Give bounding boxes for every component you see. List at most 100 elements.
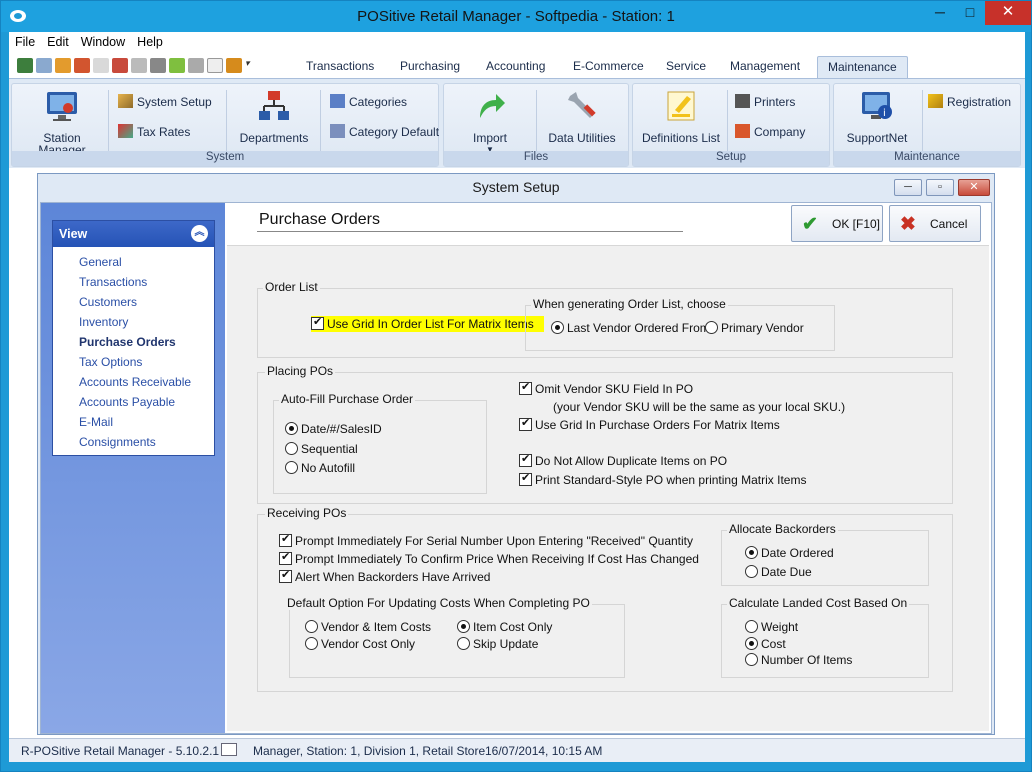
list-icon[interactable] <box>131 58 147 73</box>
registration-button[interactable]: Registration <box>928 94 1011 109</box>
separator <box>922 90 923 152</box>
station-manager-button[interactable]: Station Manager <box>24 86 100 156</box>
blank-icon[interactable] <box>207 58 223 73</box>
menu-window[interactable]: Window <box>75 32 131 49</box>
tab-service[interactable]: Service <box>666 59 706 73</box>
customers-icon[interactable] <box>55 58 71 73</box>
ribbon-group-system: Station Manager System Setup Tax Rates D… <box>11 83 439 167</box>
dialog-restore-button[interactable]: ▫ <box>926 179 954 196</box>
close-button[interactable]: ✕ <box>985 1 1031 25</box>
cancel-button[interactable]: ✖ Cancel <box>889 205 981 242</box>
minimize-button[interactable]: ─ <box>925 1 955 25</box>
number-of-items-radio[interactable]: Number Of Items <box>745 653 852 667</box>
document-icon[interactable] <box>93 58 109 73</box>
support-monitor-icon: i <box>862 92 892 119</box>
prompt-price-checkbox[interactable]: Prompt Immediately To Confirm Price When… <box>279 550 699 566</box>
nav-item-customers[interactable]: Customers <box>53 292 214 312</box>
category-default-button[interactable]: Category Default <box>330 124 439 139</box>
ribbon-group-files: Import ▼ Data Utilities Files <box>443 83 629 167</box>
nav-item-accounts-payable[interactable]: Accounts Payable <box>53 392 214 412</box>
alert-backorders-checkbox[interactable]: Alert When Backorders Have Arrived <box>279 568 490 584</box>
ok-button[interactable]: ✔ OK [F10] <box>791 205 883 242</box>
notes-icon[interactable] <box>169 58 185 73</box>
data-utilities-button[interactable]: Data Utilities <box>542 86 622 144</box>
nav-item-general[interactable]: General <box>53 252 214 272</box>
definitions-list-button[interactable]: Definitions List <box>639 86 723 144</box>
menu-help[interactable]: Help <box>131 32 169 49</box>
vendor-item-costs-radio[interactable]: Vendor & Item Costs <box>305 620 431 634</box>
import-button[interactable]: Import ▼ <box>452 86 528 156</box>
tab-maintenance[interactable]: Maintenance <box>817 56 908 78</box>
no-duplicates-checkbox[interactable]: Do Not Allow Duplicate Items on PO <box>519 452 727 468</box>
tax-rates-button[interactable]: Tax Rates <box>118 124 190 139</box>
use-grid-order-list-checkbox[interactable]: Use Grid In Order List For Matrix Items <box>311 315 544 332</box>
departments-button[interactable]: Departments <box>234 86 314 144</box>
tab-e-commerce[interactable]: E-Commerce <box>573 59 644 73</box>
calendar-icon[interactable] <box>112 58 128 73</box>
monitor-icon <box>47 92 77 121</box>
collapse-chevron-icon[interactable]: ︽ <box>191 225 208 242</box>
date-ordered-radio[interactable]: Date Ordered <box>745 546 834 560</box>
person-icon[interactable] <box>74 58 90 73</box>
categories-button[interactable]: Categories <box>330 94 407 109</box>
maximize-button[interactable]: □ <box>955 1 985 25</box>
company-button[interactable]: Company <box>735 124 805 139</box>
nav-item-consignments[interactable]: Consignments <box>53 432 214 452</box>
autofill-none-radio[interactable]: No Autofill <box>285 461 355 475</box>
separator <box>727 90 728 152</box>
separator <box>108 90 109 152</box>
vendor-cost-only-radio[interactable]: Vendor Cost Only <box>305 637 415 651</box>
tab-accounting[interactable]: Accounting <box>486 59 545 73</box>
key-icon <box>928 94 943 108</box>
tab-purchasing[interactable]: Purchasing <box>400 59 460 73</box>
tab-management[interactable]: Management <box>730 59 800 73</box>
title-bar[interactable]: POSitive Retail Manager - Softpedia - St… <box>1 1 1031 32</box>
status-session-info: Manager, Station: 1, Division 1, Retail … <box>253 744 486 758</box>
dialog-close-button[interactable]: ✕ <box>958 179 990 196</box>
tools-icon <box>568 92 596 118</box>
users-icon[interactable] <box>17 58 33 73</box>
page-title: Purchase Orders <box>259 211 380 228</box>
menu-edit[interactable]: Edit <box>41 32 75 49</box>
use-grid-po-checkbox[interactable]: Use Grid In Purchase Orders For Matrix I… <box>519 416 780 432</box>
system-setup-button[interactable]: System Setup <box>118 94 212 109</box>
register-icon[interactable] <box>188 58 204 73</box>
cost-radio[interactable]: Cost <box>745 637 786 651</box>
item-cost-only-radio[interactable]: Item Cost Only <box>457 620 552 634</box>
last-vendor-radio[interactable]: Last Vendor Ordered From <box>551 321 710 335</box>
lock-icon[interactable] <box>226 58 242 73</box>
nav-item-tax-options[interactable]: Tax Options <box>53 352 214 372</box>
view-panel-header[interactable]: View ︽ <box>53 221 214 247</box>
nav-item-transactions[interactable]: Transactions <box>53 272 214 292</box>
checkmark-icon: ✔ <box>802 214 818 235</box>
primary-vendor-radio[interactable]: Primary Vendor <box>705 321 804 335</box>
supportnet-button[interactable]: i SupportNet <box>838 86 916 144</box>
update-costs-legend: Default Option For Updating Costs When C… <box>285 596 592 610</box>
autofill-sequential-radio[interactable]: Sequential <box>285 442 358 456</box>
nav-item-inventory[interactable]: Inventory <box>53 312 214 332</box>
tag-icon[interactable] <box>36 58 52 73</box>
prompt-serial-checkbox[interactable]: Prompt Immediately For Serial Number Upo… <box>279 532 693 548</box>
nav-item-purchase-orders[interactable]: Purchase Orders <box>53 332 214 352</box>
dialog-minimize-button[interactable]: ─ <box>894 179 922 196</box>
weight-radio[interactable]: Weight <box>745 620 798 634</box>
calendar-30-icon[interactable] <box>150 58 166 73</box>
dialog-title[interactable]: System Setup <box>38 174 994 202</box>
printers-button[interactable]: Printers <box>735 94 795 109</box>
choose-legend: When generating Order List, choose <box>531 297 728 311</box>
window-title: POSitive Retail Manager - Softpedia - St… <box>357 8 675 25</box>
skip-update-radio[interactable]: Skip Update <box>457 637 538 651</box>
autofill-date-radio[interactable]: Date/#/SalesID <box>285 422 382 436</box>
landed-cost-legend: Calculate Landed Cost Based On <box>727 596 910 610</box>
nav-item-accounts-receivable[interactable]: Accounts Receivable <box>53 372 214 392</box>
tab-transactions[interactable]: Transactions <box>306 59 374 73</box>
nav-item-email[interactable]: E-Mail <box>53 412 214 432</box>
org-chart-icon <box>259 91 289 120</box>
print-standard-po-checkbox[interactable]: Print Standard-Style PO when printing Ma… <box>519 471 806 487</box>
menu-file[interactable]: File <box>9 32 41 49</box>
omit-vendor-sku-checkbox[interactable]: Omit Vendor SKU Field In PO <box>519 380 693 396</box>
receiving-pos-legend: Receiving POs <box>265 506 349 520</box>
customize-dropdown-icon[interactable]: ▾ <box>245 58 253 73</box>
category-default-icon <box>330 124 345 138</box>
date-due-radio[interactable]: Date Due <box>745 565 812 579</box>
